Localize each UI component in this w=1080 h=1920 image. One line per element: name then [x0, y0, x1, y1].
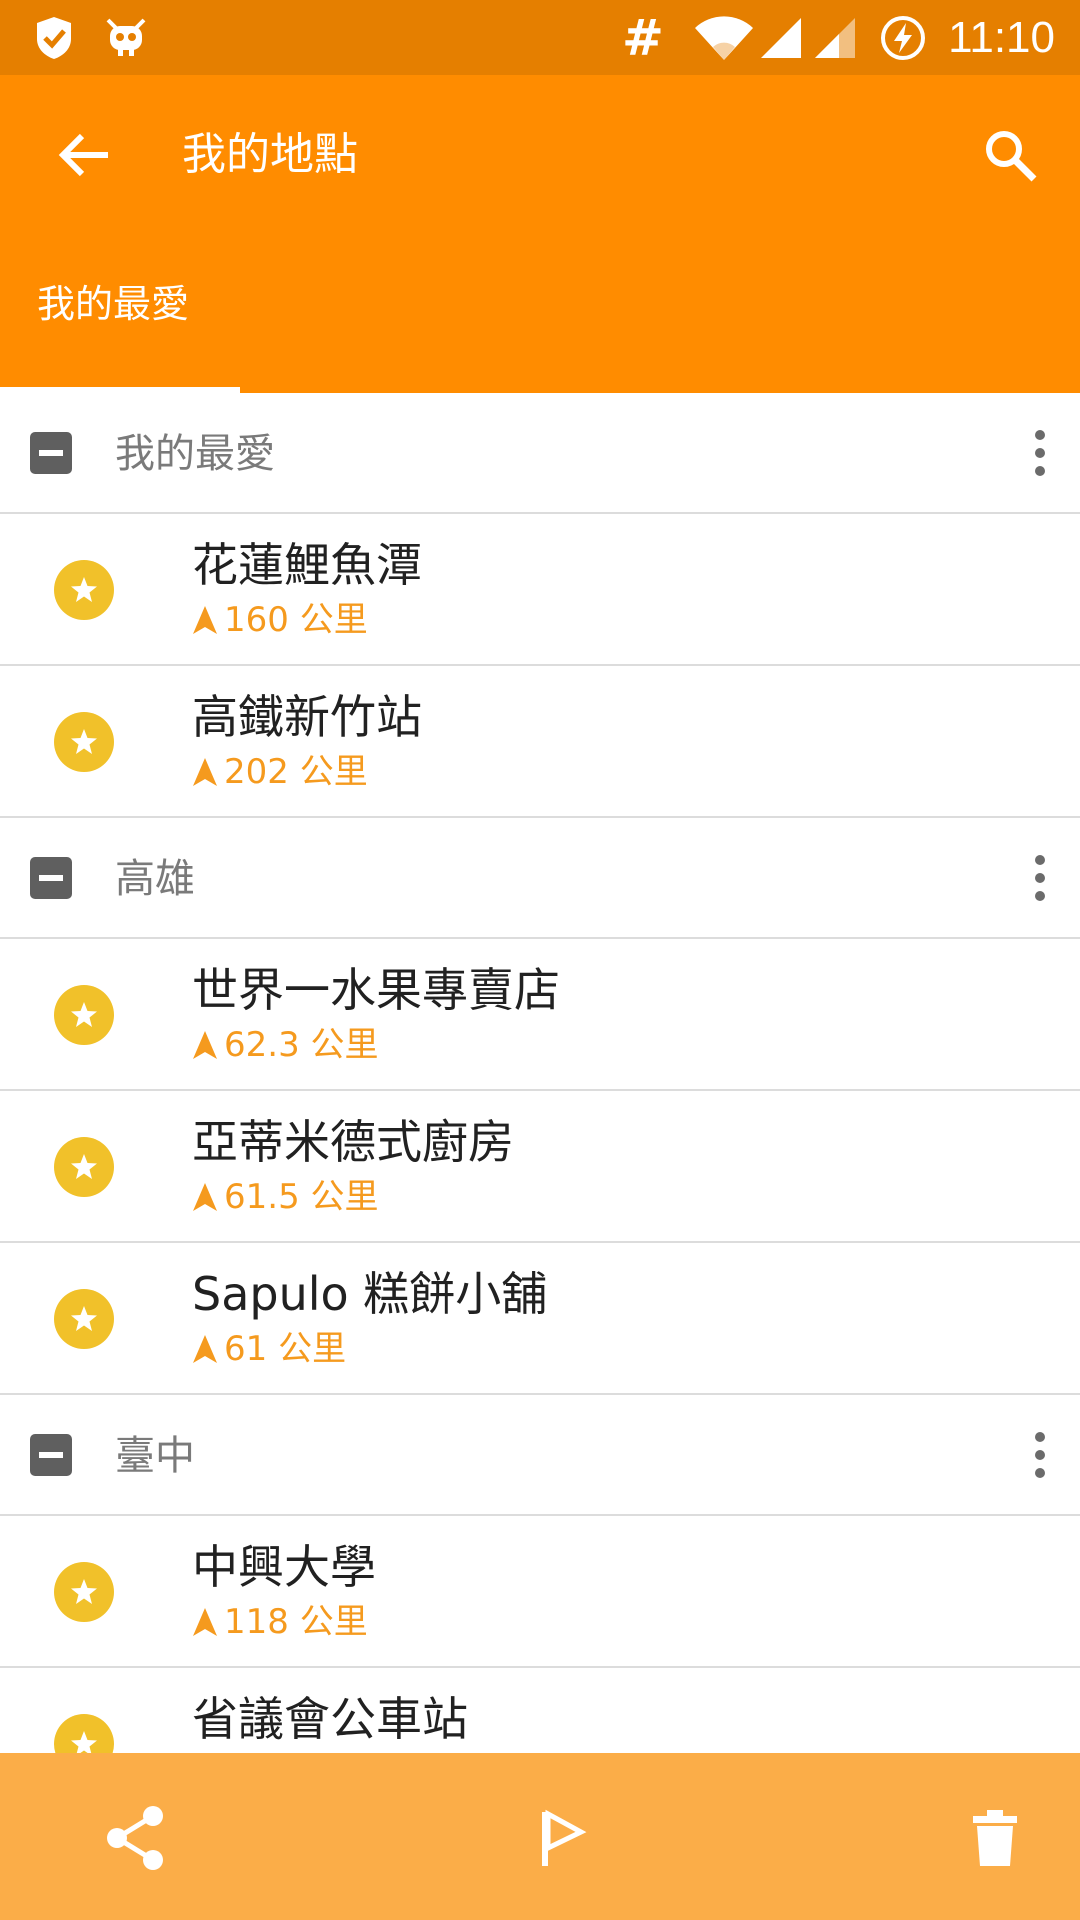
status-bar: # 11:10 [0, 0, 1080, 75]
group-header[interactable]: 臺中 [0, 1395, 1080, 1516]
star-icon [54, 1289, 114, 1349]
group-header[interactable]: 我的最愛 [0, 393, 1080, 514]
place-distance: 160 公里 [224, 600, 368, 640]
bug-icon [100, 0, 152, 75]
status-time: 11:10 [948, 13, 1055, 62]
tab-label: 我的最愛 [37, 282, 190, 326]
flag-icon [542, 1809, 587, 1866]
place-name: 花蓮鯉魚潭 [192, 538, 422, 592]
share-icon [107, 1806, 163, 1870]
navigation-arrow-icon [193, 1608, 217, 1636]
star-icon [54, 1714, 114, 1753]
place-name: 省議會公車站 [192, 1692, 468, 1746]
distance-row: 160 公里 [192, 598, 368, 642]
bottom-action-bar [0, 1753, 1080, 1920]
place-distance: 118 公里 [224, 1602, 368, 1642]
app-bar: 我的地點 [0, 75, 1080, 235]
place-distance: 61 公里 [224, 1329, 347, 1369]
place-name: 世界一水果專賣店 [192, 963, 560, 1017]
signal-icon [812, 0, 858, 75]
navigation-arrow-icon [193, 758, 217, 786]
place-distance: 202 公里 [224, 752, 368, 792]
group-label: 臺中 [115, 1433, 195, 1479]
collapse-icon[interactable] [30, 432, 72, 474]
place-distance: 61.5 公里 [224, 1177, 379, 1217]
shield-check-icon [30, 0, 78, 75]
list-item[interactable]: 省議會公車站 [0, 1668, 1080, 1753]
distance-row: 61 公里 [192, 1327, 346, 1371]
navigation-arrow-icon [193, 1183, 217, 1211]
back-button[interactable] [44, 115, 124, 195]
share-button[interactable] [80, 1783, 190, 1893]
star-icon [54, 1562, 114, 1622]
search-icon [986, 131, 1037, 182]
star-icon [54, 560, 114, 620]
place-distance: 62.3 公里 [224, 1025, 379, 1065]
list-item[interactable]: 中興大學 118 公里 [0, 1516, 1080, 1668]
search-button[interactable] [970, 115, 1050, 195]
star-icon [54, 1137, 114, 1197]
distance-row: 62.3 公里 [192, 1023, 379, 1067]
list-item[interactable]: 世界一水果專賣店 62.3 公里 [0, 939, 1080, 1091]
distance-row: 118 公里 [192, 1600, 368, 1644]
flag-button[interactable] [508, 1783, 618, 1893]
tab-bar: 我的最愛 [0, 235, 1080, 393]
hash-icon: # [622, 8, 664, 67]
more-options-button[interactable] [1010, 838, 1070, 918]
distance-row: 202 公里 [192, 750, 368, 794]
group-header[interactable]: 高雄 [0, 818, 1080, 939]
arrow-left-icon [58, 133, 108, 177]
star-icon [54, 712, 114, 772]
more-options-button[interactable] [1010, 1415, 1070, 1495]
place-name: Sapulo 糕餅小舖 [192, 1267, 548, 1321]
list-item[interactable]: 高鐵新竹站 202 公里 [0, 666, 1080, 818]
group-label: 高雄 [115, 856, 195, 902]
more-options-button[interactable] [1010, 413, 1070, 493]
place-name: 高鐵新竹站 [192, 690, 422, 744]
wifi-icon [692, 0, 756, 75]
list-item[interactable]: Sapulo 糕餅小舖 61 公里 [0, 1243, 1080, 1395]
signal-icon [758, 0, 804, 75]
navigation-arrow-icon [193, 1335, 217, 1363]
group-label: 我的最愛 [115, 431, 275, 477]
place-name: 中興大學 [192, 1540, 376, 1594]
tab-favorites[interactable]: 我的最愛 [0, 235, 240, 393]
page-title: 我的地點 [182, 129, 358, 180]
list-item[interactable]: 花蓮鯉魚潭 160 公里 [0, 514, 1080, 666]
delete-button[interactable] [940, 1783, 1050, 1893]
list-item[interactable]: 亞蒂米德式廚房 61.5 公里 [0, 1091, 1080, 1243]
battery-charging-icon [878, 0, 928, 75]
collapse-icon[interactable] [30, 1434, 72, 1476]
navigation-arrow-icon [193, 606, 217, 634]
navigation-arrow-icon [193, 1031, 217, 1059]
places-list[interactable]: 我的最愛 花蓮鯉魚潭 160 公里 高鐵新竹站 202 公里 高雄 世界一水果專… [0, 393, 1080, 1753]
place-name: 亞蒂米德式廚房 [192, 1115, 514, 1169]
collapse-icon[interactable] [30, 857, 72, 899]
trash-icon [973, 1810, 1017, 1866]
distance-row: 61.5 公里 [192, 1175, 379, 1219]
star-icon [54, 985, 114, 1045]
